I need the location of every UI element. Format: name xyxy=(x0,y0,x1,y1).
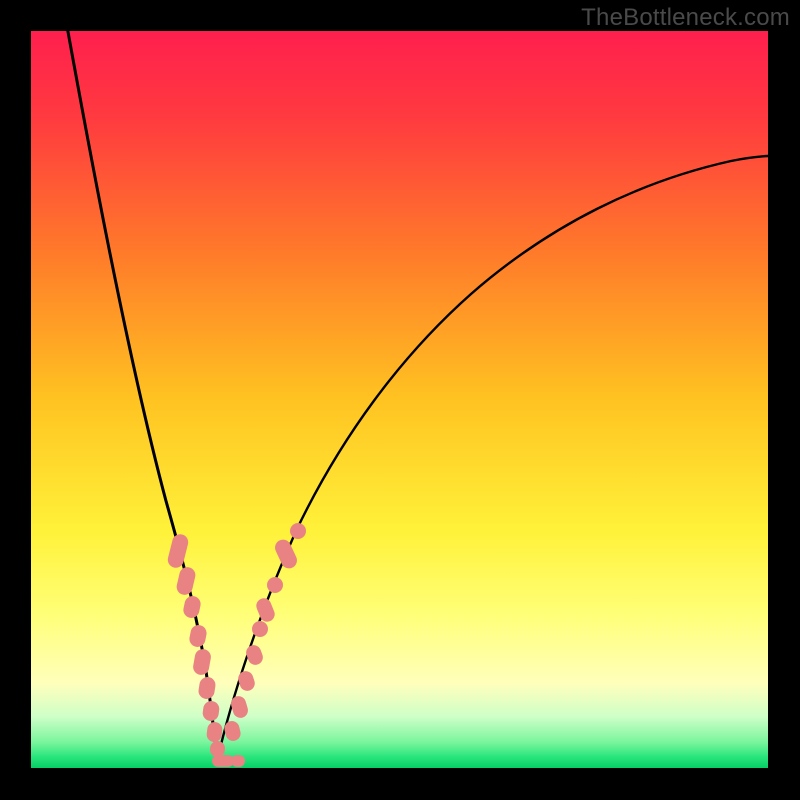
bottleneck-curve-chart xyxy=(31,31,768,768)
plot-area xyxy=(31,31,768,768)
watermark-text: TheBottleneck.com xyxy=(581,4,790,32)
chart-frame: TheBottleneck.com xyxy=(0,0,800,800)
